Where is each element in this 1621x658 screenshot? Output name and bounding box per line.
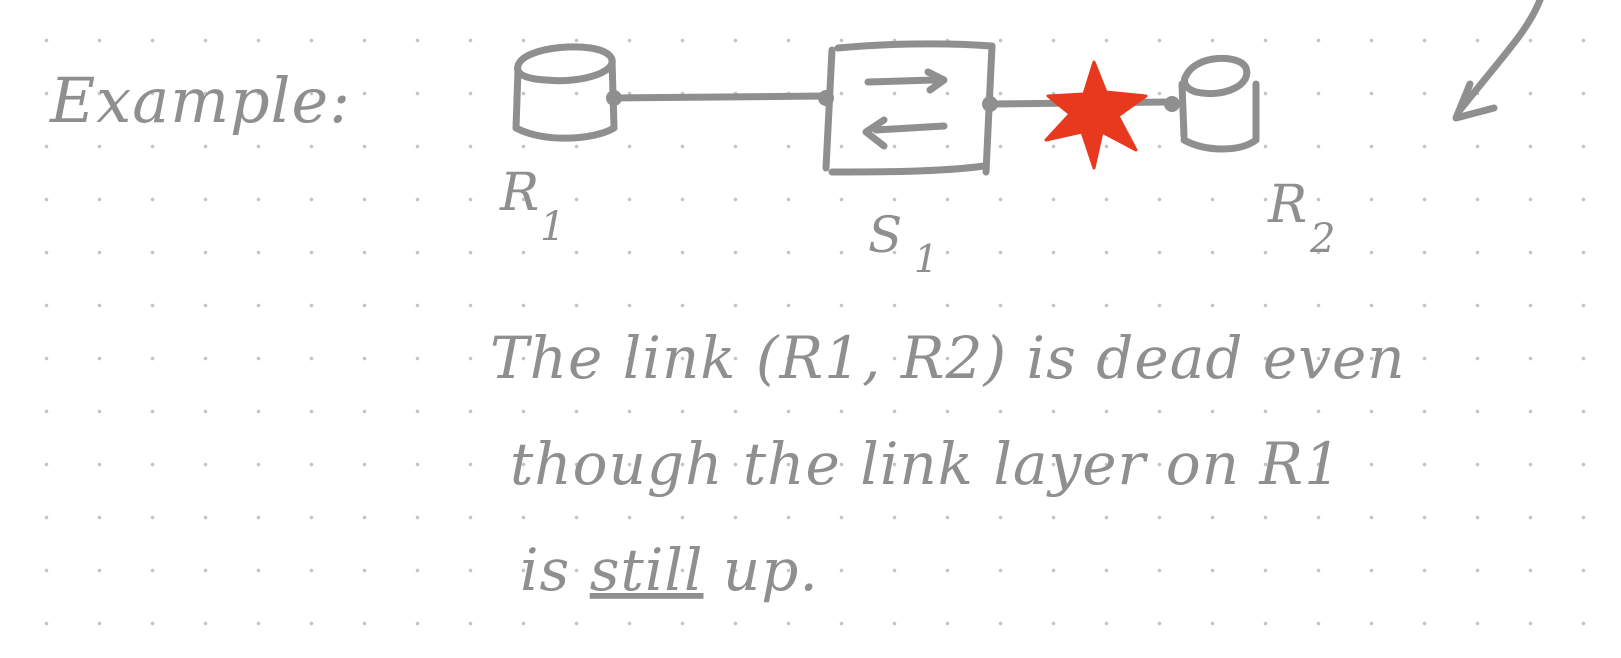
router-r1-subscript: 1	[540, 204, 566, 250]
router-r1-icon	[512, 43, 618, 142]
router-r2-icon	[1178, 54, 1260, 153]
switch-s1-icon	[822, 40, 996, 176]
note-line-3: is still up.	[520, 536, 819, 604]
arrow-icon	[1452, 0, 1544, 122]
handwritten-diagram: Example: R 1 S 1 R 2 The link (R1, R2) i…	[49, 0, 1544, 604]
router-r1: R 1	[499, 43, 618, 250]
port-r2-dot	[1164, 96, 1180, 112]
note-line-3-underlined: still	[590, 536, 704, 604]
switch-s1-label: S	[868, 206, 903, 264]
port-s1-right-dot	[982, 96, 998, 112]
link-r1-s1	[606, 90, 834, 106]
router-r2-subscript: 2	[1309, 216, 1336, 262]
example-heading: Example:	[49, 64, 351, 137]
router-r2: R 2	[1178, 54, 1336, 262]
switch-s1-subscript: 1	[914, 237, 939, 281]
router-r1-label: R	[499, 163, 540, 223]
whiteboard-canvas: Example: R 1 S 1 R 2 The link (R1, R2) i…	[0, 0, 1621, 658]
explanation-note: The link (R1, R2) is dead even though th…	[490, 324, 1406, 604]
note-line-3-prefix: is	[520, 536, 590, 604]
note-line-3-suffix: up.	[704, 536, 819, 604]
switch-s1: S 1	[822, 40, 996, 281]
note-line-2: though the link layer on R1	[510, 430, 1342, 498]
router-r2-label: R	[1267, 175, 1308, 235]
note-line-1: The link (R1, R2) is dead even	[490, 324, 1406, 392]
port-r1-dot	[606, 90, 622, 106]
red-star-icon	[1044, 60, 1148, 170]
